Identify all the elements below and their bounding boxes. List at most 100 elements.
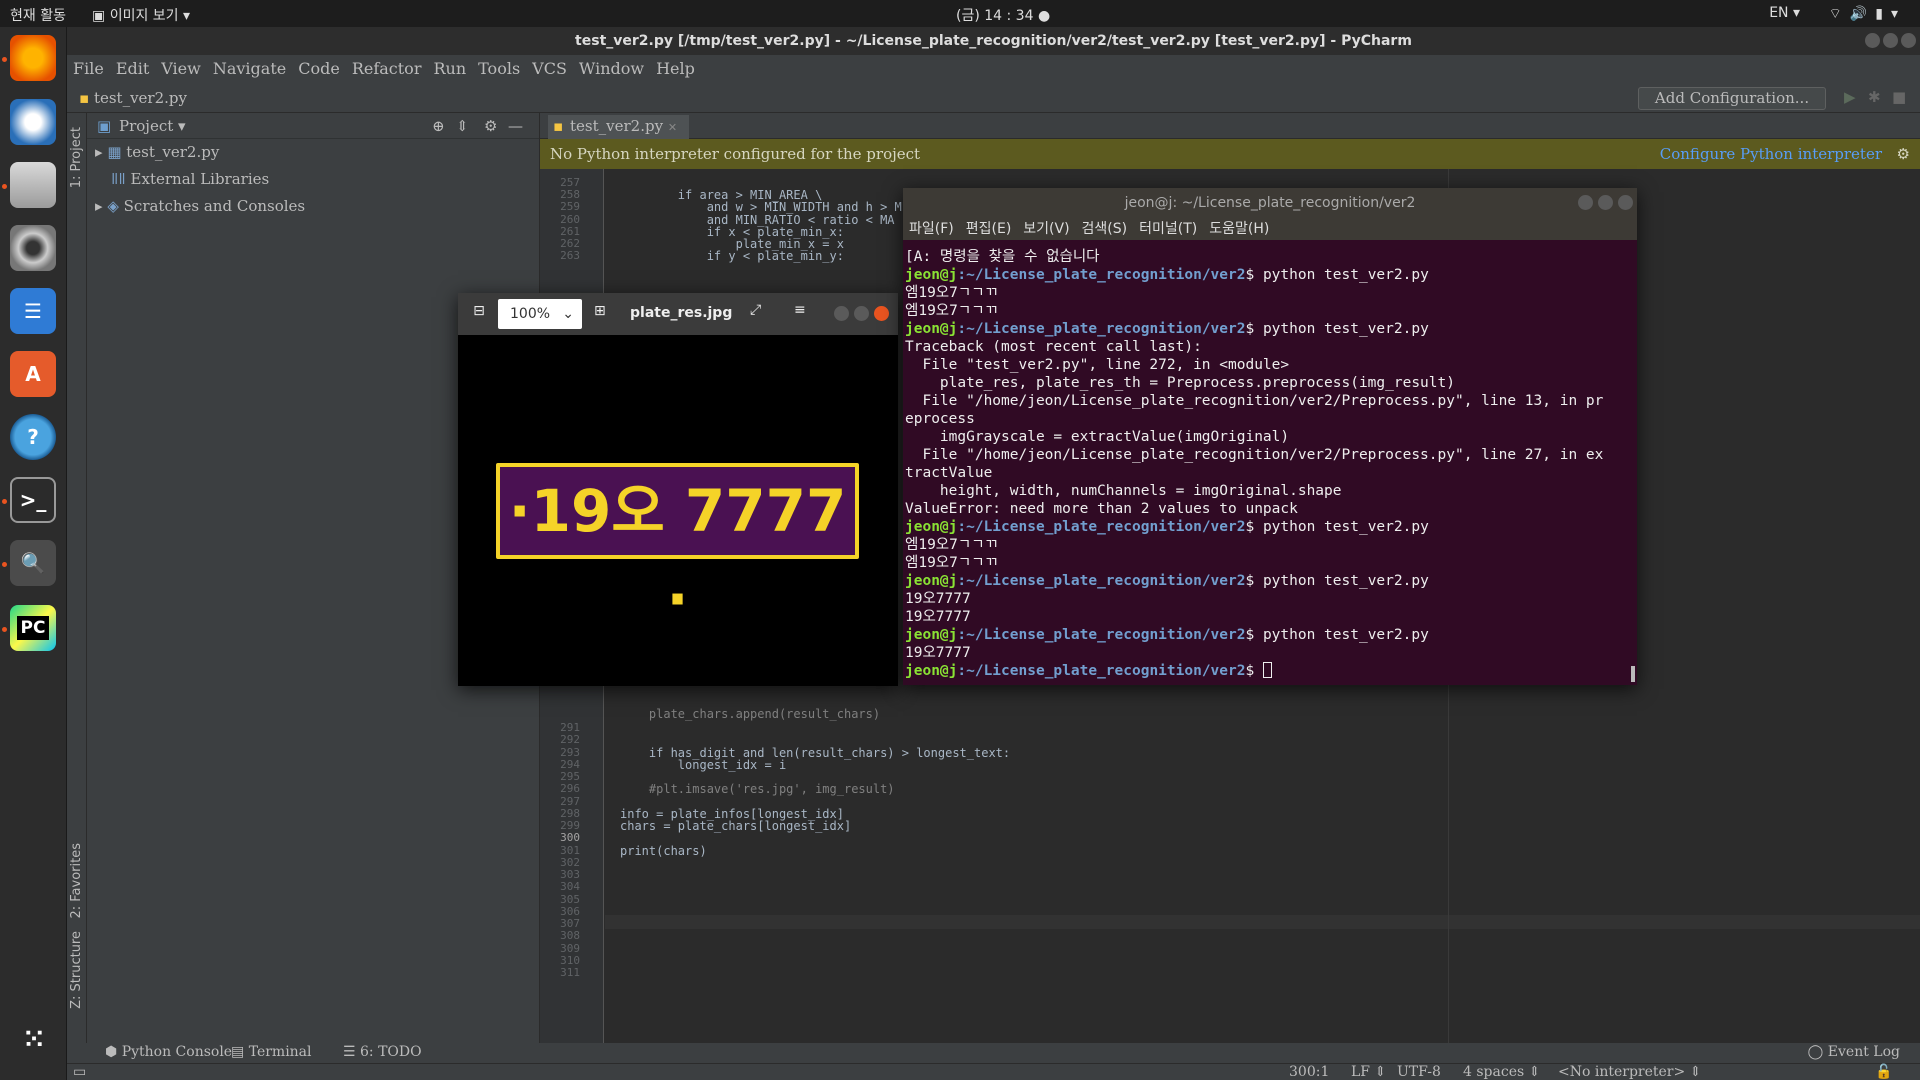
left-tool-strip: 1: Project 2: Favorites Z: Structure	[67, 113, 87, 1043]
caret-position[interactable]: 300:1	[1289, 1064, 1329, 1080]
toggle-tool-windows-icon[interactable]: ▭	[73, 1064, 86, 1080]
software-center-icon[interactable]: A	[10, 351, 56, 397]
fullscreen-button[interactable]: ⤢	[750, 302, 761, 318]
menu-vcs[interactable]: VCS	[532, 55, 567, 83]
terminal-scrollbar[interactable]	[1631, 666, 1635, 682]
pycharm-icon[interactable]: PC	[10, 605, 56, 651]
maximize-button[interactable]	[1883, 33, 1898, 48]
tab-project[interactable]: 1: Project	[69, 127, 84, 188]
rhythmbox-icon[interactable]	[10, 225, 56, 271]
menu-file[interactable]: 파일(F)	[909, 221, 954, 237]
minimize-button[interactable]	[1865, 33, 1880, 48]
system-tray[interactable]: ⌔🔊▮▾	[1829, 5, 1906, 23]
activities-button[interactable]: 현재 활동	[10, 5, 66, 25]
line-number: 307	[560, 917, 580, 930]
menu-window[interactable]: Window	[579, 55, 644, 83]
minimize-button[interactable]	[1578, 195, 1593, 210]
python-console-tab[interactable]: ⬢ Python Console	[105, 1044, 232, 1060]
line-number: 305	[560, 892, 580, 906]
stop-icon[interactable]: ■	[1892, 88, 1906, 106]
menu-help[interactable]: 도움말(H)	[1209, 221, 1269, 237]
tree-item-file[interactable]: ▸ ▦ test_ver2.py	[87, 139, 539, 166]
menu-run[interactable]: Run	[433, 55, 466, 83]
language-indicator[interactable]: EN ▾	[1769, 5, 1800, 21]
battery-icon: ▮	[1875, 6, 1891, 22]
python-file-icon: ▪	[553, 117, 564, 135]
close-button[interactable]	[874, 306, 889, 321]
terminal-icon[interactable]: >_	[10, 477, 56, 523]
project-panel-header[interactable]: ▣ Project ▾ ⊕ ⇕ ⚙ —	[87, 113, 539, 139]
indent-setting[interactable]: 4 spaces ⇕	[1463, 1064, 1540, 1080]
tree-item-scratches[interactable]: ▸ ◈ Scratches and Consoles	[87, 193, 539, 220]
maximize-button[interactable]	[1598, 195, 1613, 210]
add-configuration-button[interactable]: Add Configuration...	[1638, 87, 1826, 110]
maximize-button[interactable]	[854, 306, 869, 321]
writer-icon[interactable]: ☰	[10, 288, 56, 334]
menu-view[interactable]: 보기(V)	[1023, 221, 1069, 237]
event-log-tab[interactable]: ◯ Event Log	[1808, 1044, 1900, 1060]
line-number: 311	[560, 966, 580, 979]
help-icon[interactable]: ?	[10, 414, 56, 460]
code-line: longest_idx = i	[620, 757, 787, 772]
zoom-in-button[interactable]: ⊞	[594, 303, 606, 319]
locate-icon[interactable]: ⊕	[432, 113, 445, 139]
lock-icon[interactable]: 🔓	[1875, 1064, 1892, 1080]
tree-item-libraries[interactable]: ǁǁ External Libraries	[87, 166, 539, 193]
menu-view[interactable]: View	[161, 55, 201, 83]
menu-edit[interactable]: 편집(E)	[966, 221, 1012, 237]
window-titlebar[interactable]: test_ver2.py [/tmp/test_ver2.py] - ~/Lic…	[67, 27, 1920, 55]
tab-test-ver2[interactable]: ▪ test_ver2.py ✕	[548, 115, 690, 139]
interpreter-status[interactable]: <No interpreter> ⇕	[1558, 1064, 1701, 1080]
terminal-output-line: File "test_ver2.py", line 272, in <modul…	[905, 357, 1290, 373]
file-encoding[interactable]: UTF-8	[1397, 1064, 1441, 1080]
clock[interactable]: (금) 14 : 34 ●	[956, 5, 1050, 25]
terminal-tab[interactable]: ▤ Terminal	[231, 1044, 312, 1060]
menu-tools[interactable]: Tools	[478, 55, 520, 83]
scratches-icon: ◈	[107, 197, 119, 215]
run-icon[interactable]: ▶	[1844, 88, 1856, 106]
zoom-out-button[interactable]: ⊟	[470, 303, 488, 323]
menu-search[interactable]: 검색(S)	[1082, 221, 1128, 237]
gear-icon[interactable]: ⚙	[484, 113, 497, 139]
tab-structure[interactable]: Z: Structure	[69, 931, 84, 1009]
close-button[interactable]	[1618, 195, 1633, 210]
hamburger-menu-icon[interactable]: ≡	[794, 302, 806, 318]
gear-icon[interactable]: ⚙	[1897, 139, 1910, 169]
menu-refactor[interactable]: Refactor	[352, 55, 422, 83]
hide-icon[interactable]: —	[508, 113, 523, 139]
tab-favorites[interactable]: 2: Favorites	[69, 843, 84, 919]
menu-terminal[interactable]: 터미널(T)	[1139, 221, 1197, 237]
menu-code[interactable]: Code	[298, 55, 340, 83]
terminal-cursor	[1262, 662, 1272, 678]
show-applications-icon[interactable]: ⁙	[10, 1017, 56, 1063]
current-line-highlight	[605, 915, 1920, 929]
menu-edit[interactable]: Edit	[116, 55, 149, 83]
terminal-output[interactable]: [A: 명령을 찾을 수 없습니다 jeon@j:~/License_plate_…	[905, 248, 1633, 680]
chevron-right-icon: ▸	[95, 197, 103, 215]
project-dropdown[interactable]: Project	[119, 117, 173, 135]
menu-help[interactable]: Help	[656, 55, 695, 83]
line-number: 295	[560, 770, 580, 783]
configure-interpreter-link[interactable]: Configure Python interpreter	[1660, 139, 1882, 169]
firefox-icon[interactable]	[10, 35, 56, 81]
collapse-icon[interactable]: ⇕	[456, 113, 469, 139]
terminal-titlebar[interactable]: jeon@j: ~/License_plate_recognition/ver2	[903, 188, 1637, 218]
terminal-output-line: 19오7777	[905, 591, 971, 607]
breadcrumb-file[interactable]: ▪ test_ver2.py	[79, 89, 187, 107]
todo-tab[interactable]: ☰ 6: TODO	[343, 1044, 422, 1060]
minimize-button[interactable]	[834, 306, 849, 321]
app-menu-button[interactable]: ▣ 이미지 보기 ▾	[92, 5, 190, 25]
debug-icon[interactable]: ✱	[1868, 88, 1881, 106]
zoom-select[interactable]: 100% ⌄	[498, 299, 582, 329]
thunderbird-icon[interactable]	[10, 99, 56, 145]
image-viewer-icon[interactable]: 🔍	[10, 540, 56, 586]
license-plate-image: ·19오 7777 ·	[496, 463, 859, 633]
close-icon[interactable]: ✕	[668, 121, 677, 134]
menu-file[interactable]: File	[73, 55, 104, 83]
line-number: 302	[560, 855, 580, 869]
files-icon[interactable]	[10, 162, 56, 208]
image-viewer-header[interactable]: ⊟ 100% ⌄ ⊞ plate_res.jpg ⤢ ≡	[458, 293, 898, 335]
close-button[interactable]	[1901, 33, 1916, 48]
line-separator[interactable]: LF ⇕	[1351, 1064, 1386, 1080]
menu-navigate[interactable]: Navigate	[213, 55, 286, 83]
